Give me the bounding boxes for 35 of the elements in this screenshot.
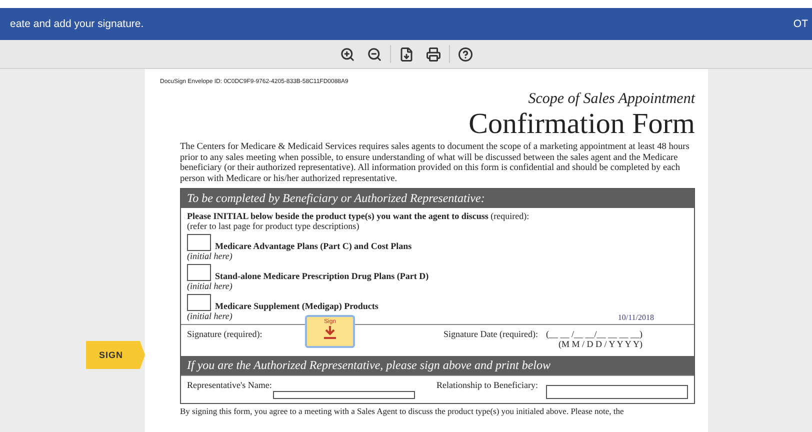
initial-field[interactable] [187,294,211,311]
print-icon [426,46,440,62]
initial-field[interactable] [187,264,211,281]
product-label: Stand-alone Medicare Prescription Drug Plans (Part D) [215,271,429,281]
instruction-text: Please INITIAL below beside the product type(s) you want the agent to discuss (required): [187,211,530,221]
document-subtitle: Scope of Sales Appointment [527,91,695,108]
banner-action[interactable]: OT [793,18,808,30]
product-label: Medicare Advantage Plans (Part C) and Cost Plans [215,241,412,251]
banner-message: eate and add your signature. [10,18,144,30]
product-label: Medicare Supplement (Medigap) Products [215,301,378,311]
zoom-in-icon [340,46,354,62]
rep-name-label: Representative's Name: [187,380,272,390]
sign-tag[interactable]: SIGN [86,341,145,369]
signature-label: Signature (required): [187,329,262,339]
zoom-out-icon [366,46,382,62]
section-header: To be completed by Beneficiary or Authorized Representative: [181,189,694,208]
initial-hint: (initial here) [187,311,232,321]
relationship-field[interactable] [546,385,688,399]
help-icon [458,46,472,62]
instruction-note: (refer to last page for product type descriptions) [187,221,360,231]
download-arrow-icon [322,325,338,339]
initial-hint: (initial here) [187,251,232,261]
relationship-label: Relationship to Beneficiary: [436,380,538,390]
intro-paragraph: The Centers for Medicare & Medicaid Services requires sales agents to document the scope of a marketing appointment at least 48 hours prior to any sales meeting when possible, to ensure understanding of what will be discussed between the sales agent and the Medicare beneficiary (or their authorized representative). All information provided on this form is confidential and should be completed by each person with Medicare or his/her authorized representative. [180,142,690,184]
initial-hint: (initial here) [187,281,232,291]
rep-name-field[interactable] [272,391,415,399]
date-label: Signature Date (required): [444,329,538,339]
footer-text: By signing this form, you agree to a meeting with a Sales Agent to discuss the product type(s) you initialed above. Please note, the [180,406,625,416]
section-header: If you are the Authorized Representative, please sign above and print below [181,356,694,375]
date-value: 10/11/2018 [618,313,654,322]
initial-field[interactable] [187,234,211,251]
date-blank: (__ __ /__ __/__ __ __ __) [546,329,642,339]
download-icon [398,46,414,62]
document-title: Confirmation Form [468,108,695,140]
date-format: (M M / D D / Y Y Y Y) [558,339,642,349]
